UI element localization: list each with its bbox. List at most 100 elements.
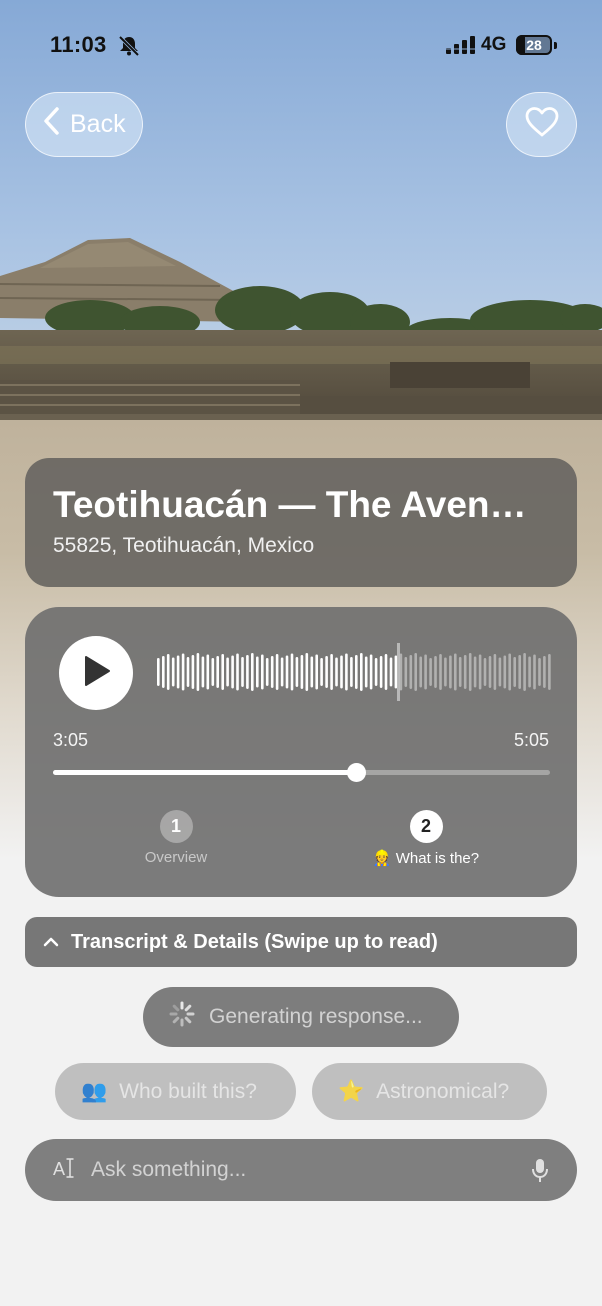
waveform-bar: [364, 656, 368, 688]
chapter-label-text: What is the?: [395, 850, 480, 867]
waveform-bar: [186, 657, 190, 687]
waveform-bar: [270, 656, 274, 688]
waveform-bar: [528, 656, 531, 688]
back-button[interactable]: Back: [25, 92, 143, 157]
waveform-bar: [543, 656, 546, 688]
progress-slider[interactable]: [53, 763, 550, 782]
play-icon: [81, 655, 111, 692]
waveform-bar: [265, 658, 269, 686]
suggestion-label: Who built this?: [119, 1079, 257, 1103]
waveform-bar: [513, 657, 516, 687]
favorite-button[interactable]: [506, 92, 577, 157]
waveform-bar: [176, 655, 180, 689]
people-emoji: 👥: [81, 1079, 108, 1103]
waveform-bar: [394, 655, 398, 689]
waveform-bar: [379, 656, 383, 688]
total-time: 5:05: [513, 730, 549, 750]
waveform-bar: [157, 658, 160, 686]
waveform-bar: [404, 657, 408, 687]
waveform-bar: [236, 653, 239, 691]
waveform-bar: [488, 656, 492, 688]
generating-label: Generating response...: [209, 1005, 423, 1028]
svg-text:A: A: [53, 1159, 65, 1179]
waveform-bar: [508, 653, 511, 691]
text-cursor-icon: A: [53, 1156, 79, 1185]
chapter-2[interactable]: 2 👷 What is the?: [361, 810, 491, 867]
waveform-bar: [285, 655, 289, 689]
waveform-bar: [325, 656, 328, 688]
waveform-bar: [384, 654, 388, 690]
place-address: 55825, Teotihuacán, Mexico: [53, 534, 315, 557]
waveform-bar: [389, 657, 393, 687]
waveform-bar: [295, 657, 299, 687]
waveform-bar: [280, 657, 284, 687]
suggestion-label: Astronomical?: [376, 1079, 510, 1103]
status-time: 11:03: [50, 32, 107, 57]
ask-bar[interactable]: A: [25, 1139, 577, 1201]
suggestion-who-built[interactable]: 👥 Who built this?: [55, 1063, 296, 1120]
waveform[interactable]: [155, 637, 551, 707]
waveform-bar: [473, 656, 477, 688]
waveform-bar: [493, 654, 497, 690]
waveform-bar: [241, 657, 244, 687]
waveform-bar: [181, 653, 185, 691]
waveform-bar: [201, 656, 205, 688]
chevron-left-icon: [42, 106, 60, 143]
waveform-bar: [468, 653, 472, 691]
transcript-label: Transcript & Details (Swipe up to read): [71, 930, 438, 953]
waveform-bar: [231, 655, 234, 689]
spinner-icon: [169, 1001, 195, 1033]
waveform-bar: [251, 653, 254, 691]
play-button[interactable]: [59, 636, 133, 710]
waveform-bar: [449, 655, 452, 689]
chapter-label: 👷 What is the?: [361, 849, 491, 867]
waveform-bar: [409, 655, 413, 689]
waveform-bar: [290, 653, 294, 691]
waveform-bar: [444, 657, 447, 687]
waveform-bar: [463, 655, 467, 689]
waveform-bar: [454, 653, 457, 691]
transcript-toggle[interactable]: Transcript & Details (Swipe up to read): [25, 917, 577, 967]
waveform-bar: [221, 654, 224, 690]
back-label: Back: [70, 110, 126, 138]
waveform-bar: [350, 657, 353, 687]
waveform-bar: [275, 654, 279, 690]
suggestion-astronomical[interactable]: ⭐ Astronomical?: [312, 1063, 547, 1120]
waveform-bar: [320, 658, 323, 686]
waveform-bar: [315, 654, 318, 690]
waveform-bar: [171, 657, 175, 687]
waveform-bar: [196, 653, 200, 691]
waveform-bar: [483, 658, 487, 686]
chevron-up-icon: [43, 931, 59, 954]
waveform-bar: [355, 655, 358, 689]
waveform-bar: [335, 657, 338, 687]
waveform-bar: [216, 656, 219, 688]
chapter-1[interactable]: 1 Overview: [135, 810, 217, 866]
ask-input[interactable]: [91, 1158, 511, 1182]
progress-fill: [53, 770, 357, 775]
waveform-bar: [434, 656, 437, 688]
chapter-label: Overview: [144, 849, 208, 866]
waveform-bar: [503, 655, 507, 689]
microphone-icon[interactable]: [531, 1158, 549, 1189]
progress-thumb[interactable]: [347, 763, 367, 782]
waveform-bar: [166, 654, 170, 690]
battery-level: 28: [526, 37, 542, 53]
waveform-bar: [305, 653, 309, 691]
waveform-bar: [345, 653, 348, 691]
heart-icon: [525, 107, 559, 142]
waveform-bar: [538, 658, 541, 686]
waveform-bar: [226, 657, 229, 687]
place-card: Teotihuacán — The Aven… 55825, Teotihuac…: [25, 458, 577, 587]
waveform-bar: [414, 653, 417, 691]
waveform-bar: [374, 658, 378, 686]
screen: 11:03 4G 28 Back Teotihuacán — The Aven……: [0, 0, 602, 1306]
star-emoji: ⭐: [338, 1079, 365, 1103]
waveform-bar: [548, 654, 551, 690]
generating-indicator: Generating response...: [143, 987, 459, 1047]
hero-image: [0, 0, 602, 430]
waveform-bar: [518, 655, 521, 689]
waveform-bar: [300, 655, 304, 689]
waveform-bar: [340, 655, 343, 689]
waveform-bar: [424, 654, 427, 690]
